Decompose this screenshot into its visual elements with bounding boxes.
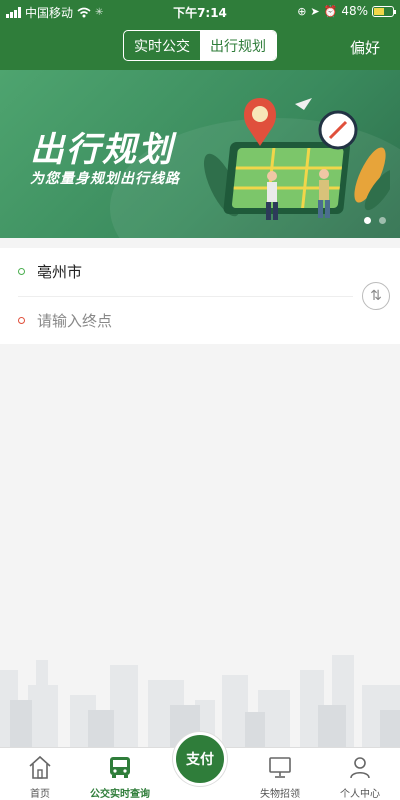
banner-pagination xyxy=(364,217,386,224)
battery-fill xyxy=(374,7,384,15)
tab-home[interactable]: 首页 xyxy=(0,748,80,800)
tab-realtime-bus[interactable]: 实时公交 xyxy=(124,31,200,60)
banner-subtitle: 为您量身规划出行线路 xyxy=(30,171,180,187)
alarm-icon: ⏰ xyxy=(323,4,338,18)
end-placeholder: 请输入终点 xyxy=(37,311,113,330)
header-bar: 中国移动 ✳ 下午7:14 ⊕ ➤ ⏰ 48% 实时公交 出行规划 偏好 xyxy=(0,0,400,70)
swap-arrows-icon: ⇅ xyxy=(370,288,382,304)
person-icon xyxy=(350,757,370,779)
tab-bus-realtime[interactable]: 公交实时查询 xyxy=(80,748,160,800)
battery-percent: 48% xyxy=(341,4,368,18)
bus-icon xyxy=(110,757,130,778)
map-illustration xyxy=(203,98,390,220)
pay-button[interactable]: 支付 xyxy=(173,732,227,786)
page-dot-2[interactable] xyxy=(379,217,386,224)
tab-lost-found-label: 失物招领 xyxy=(260,789,300,800)
tab-home-label: 首页 xyxy=(30,789,50,800)
location-icon: ➤ xyxy=(310,4,320,18)
mode-segmented-control: 实时公交 出行规划 xyxy=(123,30,277,61)
monitor-icon xyxy=(269,757,291,778)
preferences-button[interactable]: 偏好 xyxy=(350,37,380,58)
promo-banner[interactable]: 出行规划 为您量身规划出行线路 xyxy=(0,70,400,238)
banner-title: 出行规划 xyxy=(30,130,174,170)
battery-icon xyxy=(372,5,396,17)
home-icon xyxy=(29,755,51,779)
tab-bus-label: 公交实时查询 xyxy=(90,789,150,800)
start-field[interactable]: 亳州市 xyxy=(18,248,353,294)
tab-trip-planning[interactable]: 出行规划 xyxy=(200,31,276,60)
rotation-lock-icon: ⊕ xyxy=(297,4,307,18)
tab-profile-label: 个人中心 xyxy=(340,789,380,800)
tab-lost-found[interactable]: 失物招领 xyxy=(240,748,320,800)
tab-profile[interactable]: 个人中心 xyxy=(320,748,400,800)
route-input-card: 亳州市 请输入终点 ⇅ xyxy=(0,248,400,344)
status-bar: 中国移动 ✳ 下午7:14 ⊕ ➤ ⏰ 48% xyxy=(0,0,400,24)
swap-button[interactable]: ⇅ xyxy=(362,282,390,310)
start-dot-icon xyxy=(18,267,25,275)
page-dot-1[interactable] xyxy=(364,217,371,224)
end-field[interactable]: 请输入终点 xyxy=(18,297,353,343)
end-dot-icon xyxy=(18,316,25,324)
start-location: 亳州市 xyxy=(37,262,83,281)
